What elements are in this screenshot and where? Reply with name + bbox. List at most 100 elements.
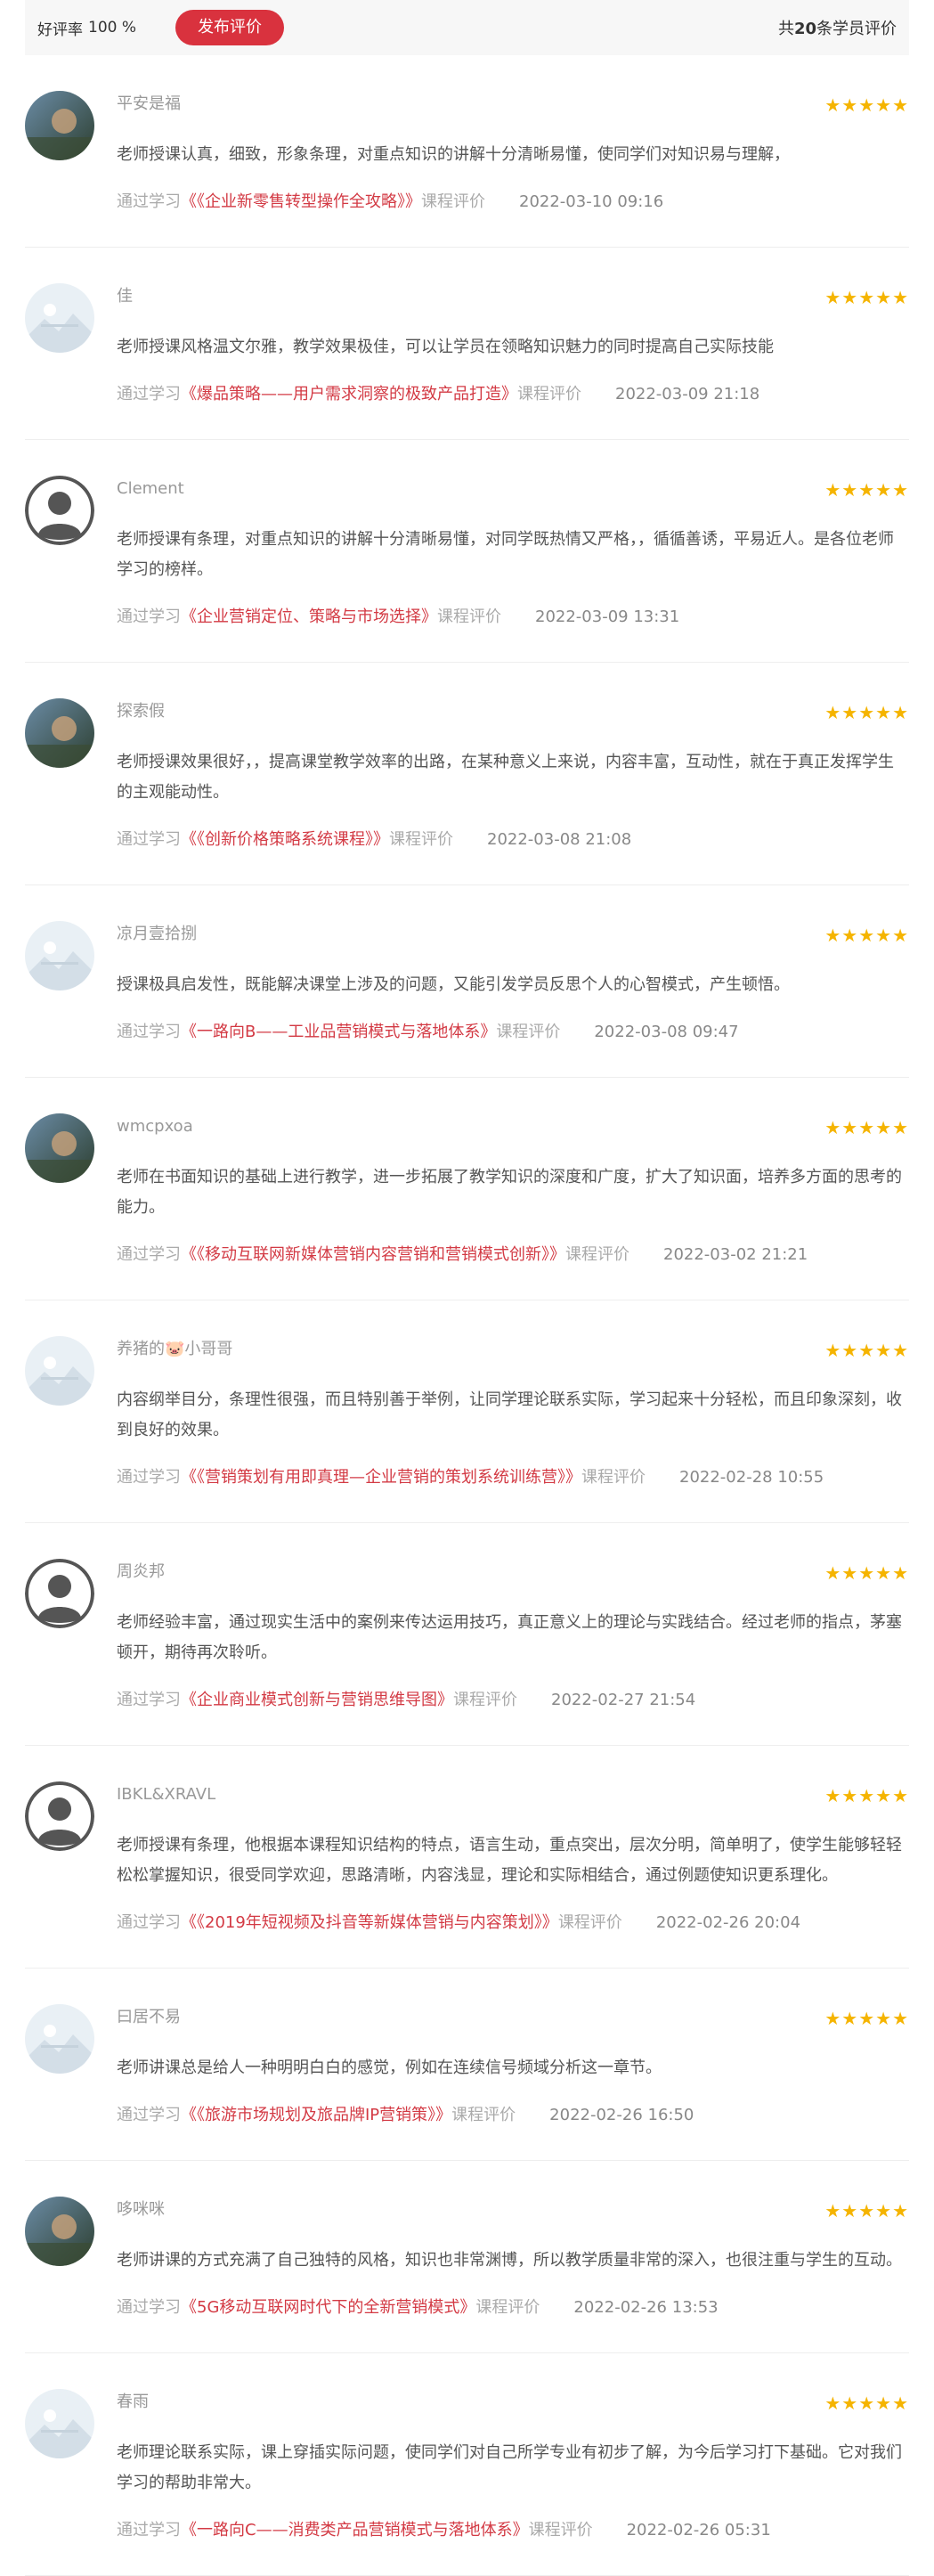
user-avatar[interactable] xyxy=(25,283,94,353)
review-meta: 通过学习《5G移动互联网时代下的全新营销模式》课程评价 2022-02-26 13… xyxy=(117,2295,909,2321)
rating-stars: ★★★★★ xyxy=(824,1562,909,1584)
review-body: 平安是福 老师授课认真，细致，形象条理，对重点知识的讲解十分清晰易懂，使同学们对知… xyxy=(117,91,909,216)
course-link[interactable]: 《《2019年短视频及抖音等新媒体营销与内容策划》》 xyxy=(181,1913,558,1932)
via-study-label: 通过学习 xyxy=(117,2521,181,2539)
review-date: 2022-03-08 09:47 xyxy=(594,1023,739,1041)
review-item: ★★★★★ 平安是福 老师授课认真，细致，形象条理，对重点知识的讲解十分清晰易懂，使… xyxy=(25,55,909,248)
user-avatar[interactable] xyxy=(25,1113,94,1183)
review-item: ★★★★★ 周炎邦 老师经验丰富，通过现实生活中的案例来传达运用技巧，真正意义上的理… xyxy=(25,1523,909,1746)
review-date: 2022-02-26 16:50 xyxy=(549,2106,694,2124)
rating-stars: ★★★★★ xyxy=(824,1340,909,1361)
reviewer-name: 哆咪咪 xyxy=(117,2200,165,2219)
review-body: 哆咪咪 老师讲课的方式充满了自己独特的风格，知识也非常渊博，所以教学质量非常的深入… xyxy=(117,2197,909,2321)
review-total-count: 20 xyxy=(793,20,816,38)
course-review-label: 课程评价 xyxy=(475,2298,540,2317)
review-total-prefix: 共 xyxy=(777,20,794,38)
via-study-label: 通过学习 xyxy=(117,607,181,626)
review-date: 2022-02-27 21:54 xyxy=(551,1691,696,1709)
via-study-label: 通过学习 xyxy=(117,830,181,849)
review-meta: 通过学习《《营销策划有用即真理—企业营销的策划系统训练营》》课程评价 2022-0… xyxy=(117,1464,909,1491)
course-link[interactable]: 《一路向C——消费类产品营销模式与落地体系》 xyxy=(181,2521,529,2539)
review-item: ★★★★★ 哆咪咪 老师讲课的方式充满了自己独特的风格，知识也非常渊博，所以教学质量… xyxy=(25,2161,909,2353)
review-body: 养猪的🐷小哥哥内容纲举目分，条理性很强，而且特别善于举例，让同学理论联系实际，学… xyxy=(117,1336,909,1491)
reviewer-name: wmcpxoa xyxy=(117,1117,193,1136)
course-review-label: 课程评价 xyxy=(421,192,485,211)
course-review-label: 课程评价 xyxy=(453,1691,517,1709)
review-meta: 通过学习《爆品策略——用户需求洞察的极致产品打造》课程评价 2022-03-09 … xyxy=(117,381,909,408)
user-avatar[interactable] xyxy=(25,91,94,160)
review-date: 2022-03-08 21:08 xyxy=(487,830,632,849)
via-study-label: 通过学习 xyxy=(117,1245,181,1264)
review-item: ★★★★★ Clement 老师授课有条理，对重点知识的讲解十分清晰易懂，对同学既热… xyxy=(25,440,909,663)
page: 好评率 100 % 发布评价 共20条学员评价 ★★★★★ 平安是福 老师授课认真，… xyxy=(25,0,909,2576)
reviewer-name: 养猪的🐷小哥哥 xyxy=(117,1340,233,1358)
course-review-label: 课程评价 xyxy=(451,2106,516,2124)
review-date: 2022-02-26 20:04 xyxy=(655,1913,801,1932)
review-date: 2022-02-26 05:31 xyxy=(626,2521,771,2539)
course-review-label: 课程评价 xyxy=(389,830,453,849)
review-content: 老师授课认真，细致，形象条理，对重点知识的讲解十分清晰易懂，使同学们对知识易与理… xyxy=(117,145,790,164)
review-meta: 通过学习《企业商业模式创新与营销思维导图》课程评价 2022-02-27 21:5… xyxy=(117,1687,909,1714)
course-review-label: 课程评价 xyxy=(557,1913,622,1932)
course-review-label: 课程评价 xyxy=(581,1468,646,1487)
review-item: ★★★★★ 曰居不易 老师讲课总是给人一种明明白白的感觉，例如在连续信号频域分析这一… xyxy=(25,1969,909,2161)
rating-stars: ★★★★★ xyxy=(824,2393,909,2414)
review-item: ★★★★★ IBKL&XRAVL 老师授课有条理，他根据本课程知识结构的特点，语言生… xyxy=(25,1746,909,1969)
review-content: 老师授课有条理，他根据本课程知识结构的特点，语言生动，重点突出，层次分明，简单明… xyxy=(117,1836,902,1885)
review-list: ★★★★★ 平安是福 老师授课认真，细致，形象条理，对重点知识的讲解十分清晰易懂，使… xyxy=(25,55,909,2576)
via-study-label: 通过学习 xyxy=(117,1468,181,1487)
rating-stars: ★★★★★ xyxy=(824,287,909,308)
user-avatar[interactable] xyxy=(25,2197,94,2266)
rating-stars: ★★★★★ xyxy=(824,702,909,723)
review-date: 2022-03-02 21:21 xyxy=(663,1245,808,1264)
review-meta: 通过学习《一路向C——消费类产品营销模式与落地体系》课程评价 2022-02-26… xyxy=(117,2517,909,2544)
course-link[interactable]: 《《营销策划有用即真理—企业营销的策划系统训练营》》 xyxy=(181,1468,581,1487)
user-avatar[interactable] xyxy=(25,1336,94,1406)
course-link[interactable]: 《《移动互联网新媒体营销内容营销和营销模式创新》》 xyxy=(181,1245,565,1264)
via-study-label: 通过学习 xyxy=(117,1691,181,1709)
review-content: 内容纲举目分，条理性很强，而且特别善于举例，让同学理论联系实际，学习起来十分轻松… xyxy=(117,1390,902,1439)
review-meta: 通过学习《《企业新零售转型操作全攻略》》课程评价 2022-03-10 09:16 xyxy=(117,189,909,216)
via-study-label: 通过学习 xyxy=(117,385,181,404)
course-review-label: 课程评价 xyxy=(528,2521,593,2539)
rating-stars: ★★★★★ xyxy=(824,479,909,501)
review-body: IBKL&XRAVL 老师授课有条理，他根据本课程知识结构的特点，语言生动，重点突… xyxy=(117,1781,909,1936)
user-avatar[interactable] xyxy=(25,2004,94,2074)
reviewer-name: 曰居不易 xyxy=(117,2008,181,2026)
rating-stars: ★★★★★ xyxy=(824,94,909,116)
course-link[interactable]: 《企业商业模式创新与营销思维导图》 xyxy=(181,1691,453,1709)
review-date: 2022-03-09 13:31 xyxy=(535,607,680,626)
user-avatar[interactable] xyxy=(25,1781,94,1851)
user-avatar[interactable] xyxy=(25,698,94,768)
review-body: 春雨老师理论联系实际，课上穿插实际问题，使同学们对自己所学专业有初步了解，为今后… xyxy=(117,2389,909,2544)
review-date: 2022-03-10 09:16 xyxy=(519,192,664,211)
review-total: 共20条学员评价 xyxy=(778,16,897,39)
publish-review-button[interactable]: 发布评价 xyxy=(175,10,285,45)
rating-stars: ★★★★★ xyxy=(824,1117,909,1138)
review-meta: 通过学习《《旅游市场规划及旅品牌IP营销策》》课程评价 2022-02-26 16… xyxy=(117,2102,909,2129)
user-avatar[interactable] xyxy=(25,921,94,990)
review-body: Clement 老师授课有条理，对重点知识的讲解十分清晰易懂，对同学既热情又严格，… xyxy=(117,476,909,631)
course-link[interactable]: 《《企业新零售转型操作全攻略》》 xyxy=(181,192,421,211)
course-review-label: 课程评价 xyxy=(437,607,501,626)
review-body: 佳老师授课风格温文尔雅，教学效果极佳，可以让学员在领略知识魅力的同时提高自己实际… xyxy=(117,283,909,408)
reviewer-name: 佳 xyxy=(117,287,133,306)
user-avatar[interactable] xyxy=(25,476,94,545)
review-body: 凉月壹拾捌 授课极具启发性，既能解决课堂上涉及的问题，又能引发学员反思个人的心智模… xyxy=(117,921,909,1046)
via-study-label: 通过学习 xyxy=(117,192,181,211)
user-avatar[interactable] xyxy=(25,1559,94,1628)
course-review-label: 课程评价 xyxy=(496,1023,561,1041)
course-link[interactable]: 《5G移动互联网时代下的全新营销模式》 xyxy=(181,2298,475,2317)
via-study-label: 通过学习 xyxy=(117,1023,181,1041)
course-link[interactable]: 《爆品策略——用户需求洞察的极致产品打造》 xyxy=(181,385,517,404)
review-content: 老师理论联系实际，课上穿插实际问题，使同学们对自己所学专业有初步了解，为今后学习… xyxy=(117,2443,902,2492)
review-body: 周炎邦 老师经验丰富，通过现实生活中的案例来传达运用技巧，真正意义上的理论与实践结… xyxy=(117,1559,909,1714)
review-body: 曰居不易 老师讲课总是给人一种明明白白的感觉，例如在连续信号频域分析这一章节。 通过… xyxy=(117,2004,909,2129)
course-link[interactable]: 《《旅游市场规划及旅品牌IP营销策》》 xyxy=(181,2106,451,2124)
course-link[interactable]: 《企业营销定位、策略与市场选择》 xyxy=(181,607,437,626)
review-content: 老师授课效果很好，，提高课堂教学效率的出路，在某种意义上来说，内容丰富，互动性，… xyxy=(117,753,894,802)
course-link[interactable]: 《《创新价格策略系统课程》》 xyxy=(181,830,389,849)
user-avatar[interactable] xyxy=(25,2389,94,2458)
reviewer-name: 春雨 xyxy=(117,2393,149,2411)
course-link[interactable]: 《一路向B——工业品营销模式与落地体系》 xyxy=(181,1023,496,1041)
